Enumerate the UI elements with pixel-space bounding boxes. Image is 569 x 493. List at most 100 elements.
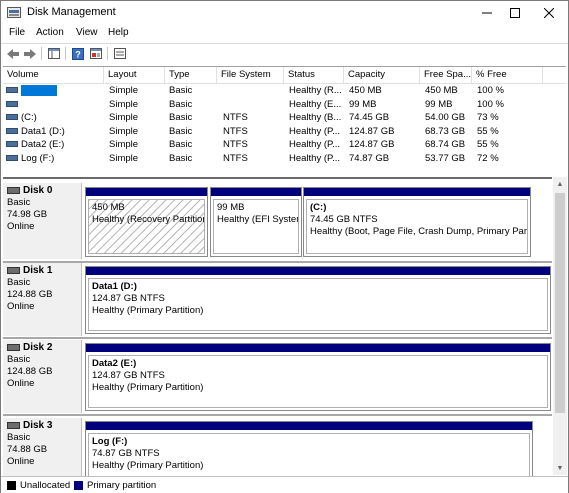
disk-label[interactable]: Disk 1 Basic 124.88 GB Online — [3, 263, 82, 336]
scroll-thumb[interactable] — [555, 193, 565, 413]
volume-icon — [6, 141, 18, 148]
volume-icon — [6, 127, 18, 134]
column-volume[interactable]: Volume — [3, 67, 104, 83]
table-row[interactable]: Simple Basic Healthy (R... 450 MB 450 MB… — [3, 84, 566, 98]
partition-d[interactable]: Data1 (D:) 124.87 GB NTFS Healthy (Prima… — [85, 266, 551, 334]
free-space-cell: 68.73 GB — [425, 125, 466, 137]
fs-cell: NTFS — [223, 125, 248, 137]
disk-separator — [3, 414, 552, 416]
menu-file[interactable]: File — [9, 27, 25, 38]
disk-label[interactable]: Disk 3 Basic 74.88 GB Online — [3, 418, 82, 477]
volume-cell: Data1 (D:) — [3, 125, 104, 138]
type-cell: Basic — [169, 125, 193, 137]
fs-cell: NTFS — [223, 112, 248, 123]
percent-free-cell: 73 % — [477, 112, 499, 123]
disk-row: Disk 2 Basic 124.88 GB Online Data2 (E:)… — [3, 340, 552, 413]
table-row[interactable]: Simple Basic Healthy (E... 99 MB 99 MB 1… — [3, 98, 566, 112]
column-capacity[interactable]: Capacity — [344, 67, 420, 83]
status-cell: Healthy (R... — [289, 85, 342, 96]
partition-c[interactable]: (C:) 74.45 GB NTFS Healthy (Boot, Page F… — [303, 187, 531, 257]
maximize-icon — [510, 8, 520, 18]
unallocated-swatch — [7, 481, 16, 490]
capacity-cell: 74.45 GB — [349, 112, 390, 123]
disk-row: Disk 3 Basic 74.88 GB Online Log (F:) 74… — [3, 418, 552, 482]
selected-volume-name — [21, 84, 57, 96]
percent-free-cell: 100 % — [477, 98, 504, 110]
percent-free-cell: 100 % — [477, 85, 504, 96]
disk-label[interactable]: Disk 0 Basic 74.98 GB Online — [3, 183, 82, 259]
partition-e[interactable]: Data2 (E:) 124.87 GB NTFS Healthy (Prima… — [85, 343, 551, 411]
title-bar[interactable]: Disk Management — [1, 1, 568, 25]
minimize-icon — [482, 12, 492, 14]
status-cell: Healthy (P... — [289, 152, 341, 164]
show-hide-console-tree-button[interactable] — [47, 47, 60, 60]
free-space-cell: 99 MB — [425, 98, 453, 110]
chevron-up-icon: ▲ — [556, 180, 564, 188]
table-row[interactable]: Log (F:) Simple Basic NTFS Healthy (P...… — [3, 152, 566, 166]
column-free-space[interactable]: Free Spa... — [420, 67, 472, 83]
volume-icon — [6, 154, 18, 161]
chevron-down-icon: ▼ — [556, 464, 564, 472]
layout-cell: Simple — [109, 98, 139, 110]
back-button[interactable] — [6, 47, 19, 60]
status-cell: Healthy (B... — [289, 112, 342, 123]
capacity-cell: 99 MB — [349, 98, 377, 110]
column-layout[interactable]: Layout — [104, 67, 165, 83]
column-file-system[interactable]: File System — [217, 67, 284, 83]
disk-management-window: Disk Management File Action View Help ? — [0, 0, 569, 493]
capacity-cell: 124.87 GB — [349, 125, 395, 137]
volume-icon — [6, 87, 18, 94]
view-button[interactable] — [113, 47, 126, 60]
scroll-down-button[interactable]: ▼ — [553, 461, 567, 475]
maximize-button[interactable] — [499, 1, 531, 25]
table-row[interactable]: Data2 (E:) Simple Basic NTFS Healthy (P.… — [3, 138, 566, 152]
column-status[interactable]: Status — [284, 67, 344, 83]
window-title: Disk Management — [27, 6, 116, 18]
column-type[interactable]: Type — [165, 67, 217, 83]
status-cell: Healthy (E... — [289, 98, 342, 110]
column-percent-free[interactable]: % Free — [472, 67, 543, 83]
type-cell: Basic — [169, 152, 193, 164]
scroll-up-button[interactable]: ▲ — [553, 177, 567, 191]
help-button[interactable]: ? — [71, 47, 84, 60]
partition-recovery[interactable]: 450 MB Healthy (Recovery Partition — [85, 187, 208, 257]
table-row[interactable]: (C:) Simple Basic NTFS Healthy (B... 74.… — [3, 111, 566, 125]
toolbar-separator — [107, 47, 108, 60]
capacity-cell: 74.87 GB — [349, 152, 390, 164]
percent-free-cell: 55 % — [477, 139, 499, 150]
volume-list: Volume Layout Type File System Status Ca… — [3, 66, 566, 175]
partition-efi[interactable]: 99 MB Healthy (EFI System — [210, 187, 302, 257]
close-button[interactable] — [533, 1, 565, 25]
disk-icon — [7, 186, 20, 194]
capacity-cell: 124.87 GB — [349, 139, 395, 150]
capacity-cell: 450 MB — [349, 85, 382, 96]
free-space-cell: 68.74 GB — [425, 139, 466, 150]
menu-action[interactable]: Action — [36, 27, 64, 38]
forward-button[interactable] — [23, 47, 36, 60]
percent-free-cell: 55 % — [477, 125, 499, 137]
menu-view[interactable]: View — [76, 27, 98, 38]
fs-cell — [220, 98, 282, 111]
legend-primary-partition: Primary partition — [87, 480, 157, 491]
close-icon — [544, 8, 554, 18]
legend-bar: Unallocated Primary partition — [1, 476, 568, 493]
volume-cell: Data2 (E:) — [3, 138, 104, 151]
disk-label[interactable]: Disk 2 Basic 124.88 GB Online — [3, 340, 82, 413]
properties-button[interactable] — [89, 47, 102, 60]
toolbar-separator — [65, 47, 66, 60]
toolbar: ? — [1, 43, 568, 64]
primary-partition-swatch — [74, 481, 83, 490]
volume-icon — [6, 114, 18, 121]
layout-cell: Simple — [109, 125, 139, 137]
percent-free-cell: 72 % — [477, 152, 499, 164]
volume-cell — [3, 84, 104, 97]
type-cell: Basic — [169, 98, 193, 110]
legend-unallocated: Unallocated — [20, 480, 71, 491]
table-row[interactable]: Data1 (D:) Simple Basic NTFS Healthy (P.… — [3, 125, 566, 139]
vertical-scrollbar[interactable]: ▲ ▼ — [553, 177, 567, 475]
menu-help[interactable]: Help — [108, 27, 129, 38]
partition-f[interactable]: Log (F:) 74.87 GB NTFS Healthy (Primary … — [85, 421, 533, 482]
forward-arrow-icon — [23, 48, 36, 59]
layout-cell: Simple — [109, 112, 139, 123]
disk-icon — [7, 421, 20, 429]
